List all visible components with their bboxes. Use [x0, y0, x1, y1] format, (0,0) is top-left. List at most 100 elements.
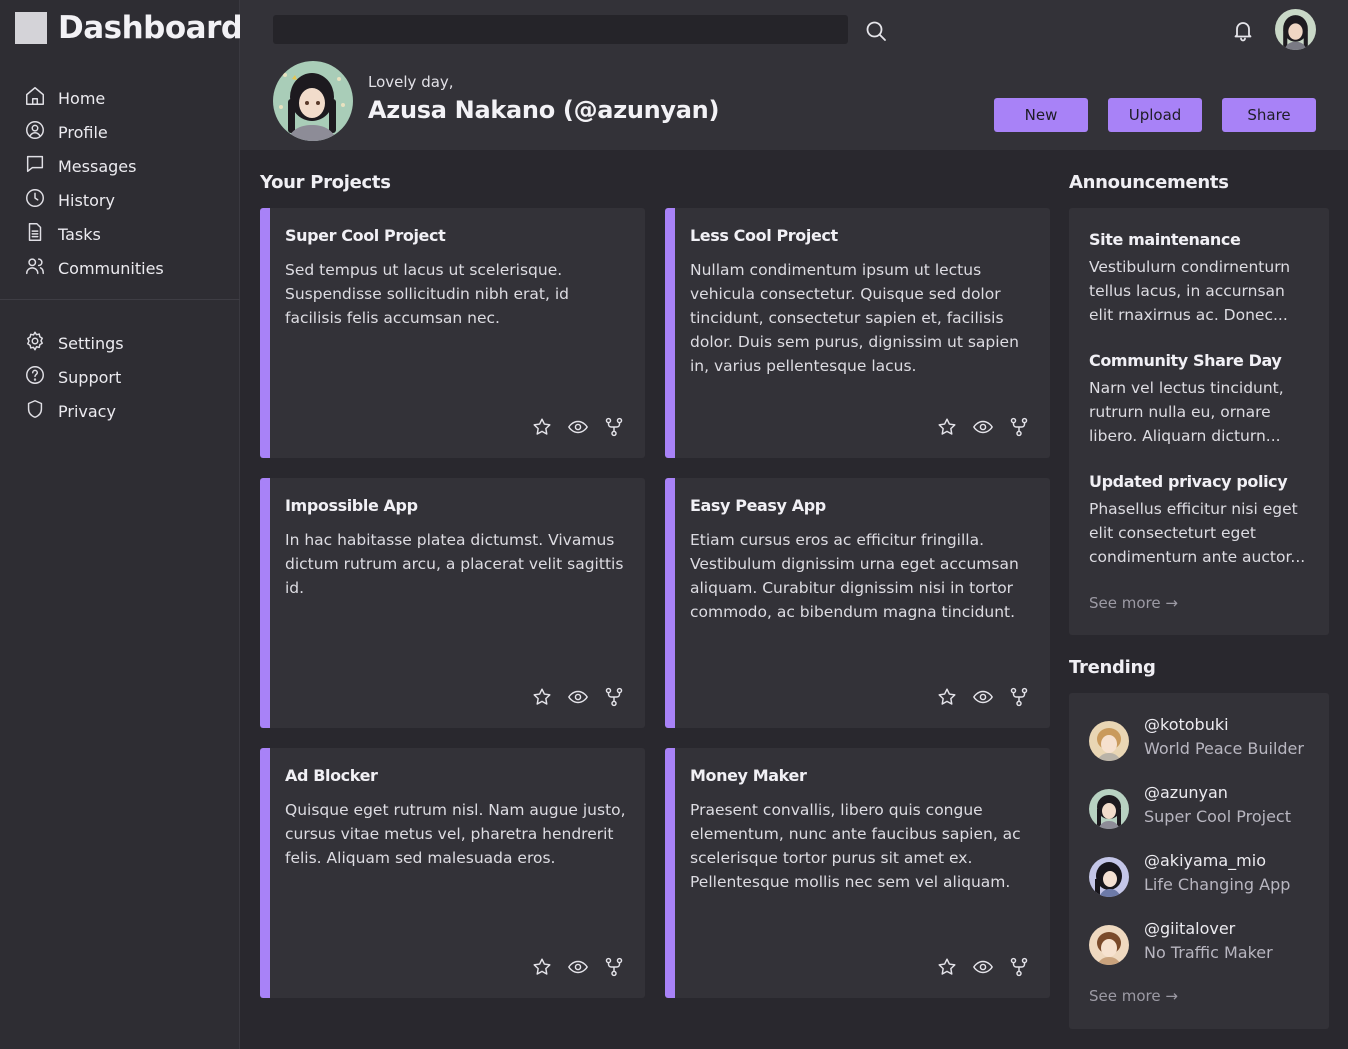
fork-icon[interactable] — [603, 416, 625, 438]
project-actions — [531, 416, 625, 438]
project-card[interactable]: Impossible App In hac habitasse platea d… — [260, 478, 645, 728]
project-card[interactable]: Ad Blocker Quisque eget rutrum nisl. Nam… — [260, 748, 645, 998]
star-icon[interactable] — [936, 416, 958, 438]
trending-handle[interactable]: @azunyan — [1144, 781, 1291, 805]
upload-button[interactable]: Upload — [1108, 98, 1202, 132]
projects-heading: Your Projects — [260, 172, 391, 193]
star-icon[interactable] — [531, 956, 553, 978]
users-icon — [24, 255, 46, 281]
profile-avatar — [273, 61, 353, 141]
sidebar-item-label: Profile — [58, 122, 108, 142]
sidebar-item-messages[interactable]: Messages — [24, 149, 164, 183]
trending-project: Super Cool Project — [1144, 807, 1291, 826]
share-button[interactable]: Share — [1222, 98, 1316, 132]
trending-text: @giitalover No Traffic Maker — [1144, 917, 1273, 965]
star-icon[interactable] — [531, 416, 553, 438]
star-icon[interactable] — [936, 956, 958, 978]
trending-handle[interactable]: @kotobuki — [1144, 713, 1304, 737]
trending-item[interactable]: @kotobuki World Peace Builder — [1089, 713, 1304, 761]
sidebar-item-profile[interactable]: Profile — [24, 115, 164, 149]
fork-icon[interactable] — [603, 686, 625, 708]
trending-item[interactable]: @giitalover No Traffic Maker — [1089, 917, 1273, 965]
eye-icon[interactable] — [972, 956, 994, 978]
eye-icon[interactable] — [972, 416, 994, 438]
announcement-text: Narn vel lectus tincidunt, rutrurn nulla… — [1089, 379, 1284, 445]
sidebar-item-privacy[interactable]: Privacy — [24, 394, 124, 428]
announcements-see-more-link[interactable]: See more → — [1089, 594, 1178, 612]
sidebar-item-label: Home — [58, 88, 106, 108]
fork-icon[interactable] — [1008, 956, 1030, 978]
announcements-panel: Site maintenance Vestibulurn condirnentu… — [1069, 208, 1329, 635]
avatar[interactable] — [1089, 789, 1129, 829]
trending-handle[interactable]: @akiyama_mio — [1144, 849, 1290, 873]
project-actions — [531, 956, 625, 978]
project-card[interactable]: Less Cool Project Nullam condimentum ips… — [665, 208, 1050, 458]
star-icon[interactable] — [936, 686, 958, 708]
project-title: Ad Blocker — [285, 766, 378, 785]
avatar-image — [1089, 789, 1129, 829]
shield-icon — [24, 398, 46, 424]
sidebar-item-home[interactable]: Home — [24, 81, 164, 115]
project-card[interactable]: Super Cool Project Sed tempus ut lacus u… — [260, 208, 645, 458]
trending-text: @azunyan Super Cool Project — [1144, 781, 1291, 829]
trending-item[interactable]: @akiyama_mio Life Changing App — [1089, 849, 1290, 897]
announcement-item[interactable]: Site maintenance Vestibulurn condirnentu… — [1089, 230, 1314, 327]
project-title: Money Maker — [690, 766, 807, 785]
avatar-image — [1089, 721, 1129, 761]
logo-icon — [15, 12, 47, 44]
project-title: Impossible App — [285, 496, 418, 515]
project-card[interactable]: Money Maker Praesent convallis, libero q… — [665, 748, 1050, 998]
sidebar-item-history[interactable]: History — [24, 183, 164, 217]
gear-icon — [24, 330, 46, 356]
avatar[interactable] — [1089, 925, 1129, 965]
eye-icon[interactable] — [567, 956, 589, 978]
announcement-item[interactable]: Updated privacy policy Phasellus efficit… — [1089, 472, 1314, 569]
project-actions — [936, 686, 1030, 708]
sidebar-item-settings[interactable]: Settings — [24, 326, 124, 360]
announcement-item[interactable]: Community Share Day Narn vel lectus tinc… — [1089, 351, 1314, 448]
sidebar-secondary-nav: Settings Support Privacy — [24, 326, 124, 428]
avatar-image — [1089, 857, 1129, 897]
trending-project: World Peace Builder — [1144, 739, 1304, 758]
eye-icon[interactable] — [567, 416, 589, 438]
announcement-title: Updated privacy policy — [1089, 472, 1288, 491]
project-title: Less Cool Project — [690, 226, 838, 245]
trending-text: @kotobuki World Peace Builder — [1144, 713, 1304, 761]
trending-item[interactable]: @azunyan Super Cool Project — [1089, 781, 1291, 829]
project-card[interactable]: Easy Peasy App Etiam cursus eros ac effi… — [665, 478, 1050, 728]
avatar[interactable] — [1089, 857, 1129, 897]
project-description: Sed tempus ut lacus ut scelerisque. Susp… — [285, 261, 570, 327]
trending-see-more-link[interactable]: See more → — [1089, 987, 1178, 1005]
trending-handle[interactable]: @giitalover — [1144, 917, 1273, 941]
sidebar-item-support[interactable]: Support — [24, 360, 124, 394]
sidebar-item-tasks[interactable]: Tasks — [24, 217, 164, 251]
chat-icon — [24, 153, 46, 179]
fork-icon[interactable] — [1008, 416, 1030, 438]
sidebar: Dashboard Home Profile Messages History … — [0, 0, 243, 1049]
sidebar-item-label: Support — [58, 367, 122, 387]
notifications-button[interactable] — [1231, 18, 1255, 42]
avatar[interactable] — [1089, 721, 1129, 761]
project-description: Praesent convallis, libero quis congue e… — [690, 801, 1021, 891]
search-input[interactable] — [273, 15, 848, 44]
sidebar-item-communities[interactable]: Communities — [24, 251, 164, 285]
announcement-title: Site maintenance — [1089, 230, 1241, 249]
star-icon[interactable] — [531, 686, 553, 708]
project-description: Etiam cursus eros ac efficitur fringilla… — [690, 531, 1019, 621]
project-actions — [531, 686, 625, 708]
new-button[interactable]: New — [994, 98, 1088, 132]
project-actions — [936, 416, 1030, 438]
fork-icon[interactable] — [603, 956, 625, 978]
bell-icon — [1231, 22, 1255, 46]
eye-icon[interactable] — [972, 686, 994, 708]
eye-icon[interactable] — [567, 686, 589, 708]
brand[interactable]: Dashboard — [15, 11, 243, 45]
project-title: Super Cool Project — [285, 226, 446, 245]
trending-text: @akiyama_mio Life Changing App — [1144, 849, 1290, 897]
search-button[interactable] — [864, 19, 888, 43]
fork-icon[interactable] — [1008, 686, 1030, 708]
sidebar-item-label: Communities — [58, 258, 164, 278]
sidebar-divider — [0, 299, 240, 300]
user-avatar[interactable] — [1275, 9, 1316, 50]
app-title: Dashboard — [58, 10, 243, 46]
